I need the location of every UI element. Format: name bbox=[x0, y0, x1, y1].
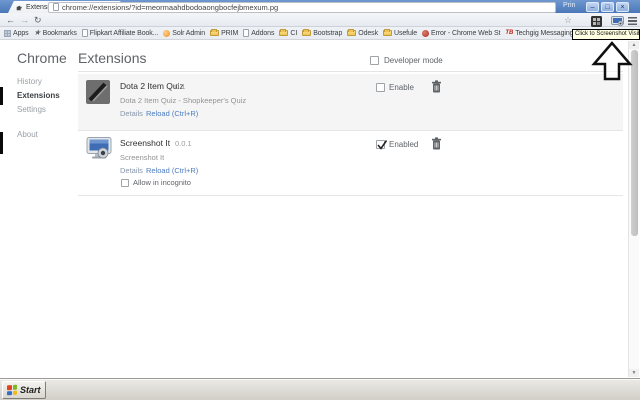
bookmark-bookmarks[interactable]: ★ Bookmarks bbox=[34, 29, 77, 37]
details-link[interactable]: Details bbox=[120, 109, 143, 118]
window-label: Prin bbox=[563, 2, 576, 9]
folder-icon bbox=[302, 29, 312, 36]
enable-checkbox[interactable] bbox=[376, 83, 385, 92]
bookmark-label: Addons bbox=[251, 29, 275, 37]
bookmark-label: Odesk bbox=[358, 29, 378, 37]
url-text[interactable]: chrome://extensions/?id=meormaahdbodoaon… bbox=[62, 3, 278, 12]
bookmark-bootstrap[interactable]: Bootstrap bbox=[302, 29, 343, 37]
sidebar-item-history[interactable]: History bbox=[17, 77, 42, 86]
bookmark-ci[interactable]: CI bbox=[279, 29, 298, 37]
bookmark-solr-admin[interactable]: Solr Admin bbox=[163, 29, 206, 37]
dota2-extension-icon bbox=[86, 80, 110, 104]
apps-grid-icon bbox=[4, 29, 11, 37]
folder-icon bbox=[210, 29, 220, 36]
bookmark-error-webstore[interactable]: Error - Chrome Web St bbox=[422, 29, 501, 37]
bookmark-star-icon[interactable]: ☆ bbox=[564, 15, 572, 26]
extension-version: 0.0.1 bbox=[175, 139, 192, 148]
sidebar-selection-indicator bbox=[0, 87, 3, 105]
page-icon bbox=[243, 29, 250, 37]
trash-icon[interactable] bbox=[431, 137, 442, 150]
reload-link[interactable]: Reload (Ctrl+R) bbox=[146, 166, 198, 175]
incognito-checkbox[interactable] bbox=[121, 179, 129, 187]
bookmark-label: PRIM bbox=[221, 29, 239, 37]
bookmark-label: Usefule bbox=[393, 29, 418, 37]
tb-logo-icon: TB bbox=[505, 30, 514, 36]
back-icon[interactable]: ← bbox=[6, 14, 15, 26]
error-icon bbox=[422, 29, 430, 37]
folder-icon bbox=[347, 29, 357, 36]
bookmark-prim[interactable]: PRIM bbox=[210, 29, 239, 37]
close-button[interactable]: × bbox=[616, 1, 629, 12]
solr-icon bbox=[163, 29, 171, 37]
bookmark-label: Techgig Messaging... bbox=[515, 29, 579, 37]
bookmark-label: Flipkart Affiliate Book... bbox=[89, 29, 159, 37]
checkmark-icon bbox=[377, 140, 388, 150]
header-divider bbox=[78, 71, 623, 72]
trash-icon[interactable] bbox=[431, 80, 442, 93]
sidebar-item-about[interactable]: About bbox=[17, 130, 38, 139]
grid-extension-icon[interactable] bbox=[591, 15, 602, 27]
extension-name: Screenshot It bbox=[120, 138, 171, 148]
folder-icon bbox=[382, 29, 392, 36]
artifact-bar bbox=[0, 132, 3, 154]
address-bar[interactable]: chrome://extensions/?id=meormaahdbodoaon… bbox=[48, 1, 556, 13]
scroll-down-icon[interactable]: ▼ bbox=[629, 369, 639, 377]
start-label: Start bbox=[20, 385, 41, 395]
reload-link[interactable]: Reload (Ctrl+R) bbox=[146, 109, 198, 118]
page-title: Extensions bbox=[78, 50, 147, 66]
bookmark-label: Solr Admin bbox=[172, 29, 206, 37]
bookmark-label: Bootstrap bbox=[313, 29, 343, 37]
bookmark-odesk[interactable]: Odesk bbox=[347, 29, 378, 37]
details-link[interactable]: Details bbox=[120, 166, 143, 175]
bookmarks-bar: Apps ★ Bookmarks Flipkart Affiliate Book.… bbox=[0, 27, 640, 40]
screenshot-tooltip: Click to Screenshot Visible tab bbox=[572, 29, 640, 40]
extension-version: 0.1 bbox=[175, 82, 186, 91]
page-icon bbox=[81, 29, 88, 37]
screenshot-it-extension-icon bbox=[86, 137, 112, 159]
bookmark-techgig[interactable]: TB Techgig Messaging... bbox=[505, 30, 579, 37]
bookmark-usefule[interactable]: Usefule bbox=[382, 29, 418, 37]
extensions-page: Chrome History Extensions Settings About… bbox=[0, 40, 640, 378]
taskbar: Start ‹ bbox=[0, 378, 640, 400]
sidebar-item-settings[interactable]: Settings bbox=[17, 105, 46, 114]
browser-toolbar: ← → ↻ bbox=[0, 13, 640, 27]
screenshot-extension-icon[interactable] bbox=[611, 15, 624, 27]
forward-icon[interactable]: → bbox=[20, 14, 29, 26]
minimize-button[interactable]: – bbox=[586, 1, 599, 12]
sidebar-title: Chrome bbox=[17, 50, 67, 66]
bookmark-label: CI bbox=[290, 29, 298, 37]
enabled-checkbox[interactable] bbox=[376, 140, 388, 150]
bookmark-addons[interactable]: Addons bbox=[243, 29, 274, 37]
developer-mode-checkbox[interactable] bbox=[370, 56, 379, 65]
extension-description: Dota 2 Item Quiz - Shopkeeper's Quiz bbox=[120, 96, 247, 105]
sidebar-item-extensions[interactable]: Extensions bbox=[17, 91, 60, 100]
bookmark-flipkart[interactable]: Flipkart Affiliate Book... bbox=[81, 29, 159, 37]
page-scrollbar[interactable]: ▲ ▼ bbox=[628, 41, 639, 377]
bookmark-apps[interactable]: Apps bbox=[4, 29, 29, 37]
incognito-label: Allow in incognito bbox=[133, 178, 191, 187]
star-icon: ★ bbox=[33, 28, 41, 37]
bookmark-label: Bookmarks bbox=[42, 29, 77, 37]
extension-row-dota2: Dota 2 Item Quiz 0.1 Dota 2 Item Quiz - … bbox=[78, 74, 623, 131]
extension-description: Screenshot It bbox=[120, 153, 165, 162]
puzzle-favicon-icon bbox=[16, 5, 22, 10]
extension-row-screenshot-it: Screenshot It 0.0.1 Screenshot It Detail… bbox=[78, 131, 623, 196]
enable-label: Enable bbox=[389, 83, 414, 92]
bookmark-label: Apps bbox=[13, 29, 29, 37]
restore-button[interactable]: □ bbox=[601, 1, 614, 12]
developer-mode-label: Developer mode bbox=[384, 56, 443, 65]
reload-icon[interactable]: ↻ bbox=[34, 14, 42, 26]
page-icon bbox=[53, 3, 59, 11]
start-button[interactable]: Start bbox=[2, 381, 46, 399]
enabled-label: Enabled bbox=[389, 140, 419, 149]
windows-flag-icon bbox=[7, 384, 17, 396]
annotation-arrow-icon bbox=[591, 41, 633, 81]
bookmark-label: Error - Chrome Web St bbox=[431, 29, 501, 37]
hamburger-menu-icon[interactable] bbox=[628, 16, 637, 25]
folder-icon bbox=[279, 29, 289, 36]
desktop: Extensions × Prin – □ × ← → ↻ chrome://e… bbox=[0, 0, 640, 400]
